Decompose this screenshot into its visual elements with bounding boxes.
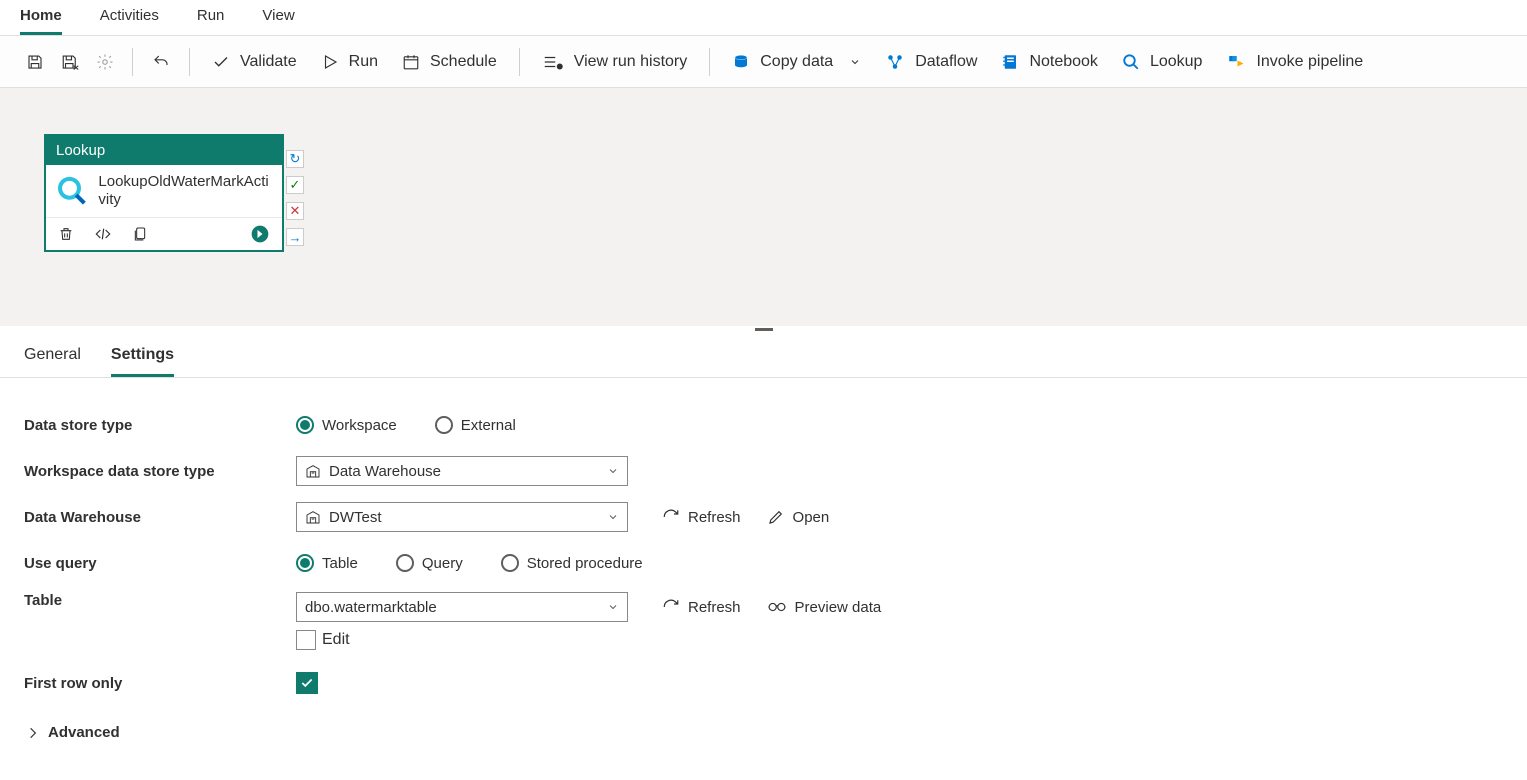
schedule-label: Schedule: [430, 53, 497, 71]
view-run-history-label: View run history: [574, 53, 688, 71]
save-as-button[interactable]: [54, 47, 86, 77]
lookup-button[interactable]: Lookup: [1112, 47, 1213, 77]
validate-label: Validate: [240, 53, 297, 71]
go-arrow-icon[interactable]: [250, 224, 270, 244]
lookup-icon: [56, 173, 88, 209]
radio-workspace[interactable]: Workspace: [296, 416, 397, 434]
invoke-pipeline-label: Invoke pipeline: [1256, 53, 1363, 71]
chevron-right-icon: [26, 726, 40, 740]
refresh-icon: [662, 598, 680, 616]
chevron-down-icon: [849, 56, 861, 68]
use-query-label: Use query: [24, 555, 296, 572]
chevron-down-icon: [607, 601, 619, 613]
copy-data-label: Copy data: [760, 53, 833, 71]
open-dw-button[interactable]: Open: [761, 504, 836, 530]
notebook-label: Notebook: [1029, 53, 1098, 71]
toolbar-separator: [709, 48, 710, 76]
activity-footer: [46, 217, 282, 250]
schedule-button[interactable]: Schedule: [392, 47, 507, 77]
radio-query[interactable]: Query: [396, 554, 463, 572]
refresh-icon: [662, 508, 680, 526]
tab-general[interactable]: General: [24, 342, 81, 377]
warehouse-icon: [305, 463, 321, 479]
copy-data-button[interactable]: Copy data: [722, 47, 871, 77]
settings-form: Data store type Workspace External Works…: [0, 378, 1527, 769]
first-row-only-label: First row only: [24, 675, 296, 692]
advanced-toggle[interactable]: Advanced: [24, 724, 120, 741]
preview-data-button[interactable]: Preview data: [761, 595, 888, 620]
undo-button[interactable]: [145, 47, 177, 77]
data-warehouse-label: Data Warehouse: [24, 509, 296, 526]
toolbar-separator: [132, 48, 133, 76]
activity-card-lookup[interactable]: Lookup LookupOldWaterMarkActivity: [44, 134, 284, 252]
table-select[interactable]: dbo.watermarktable: [296, 592, 628, 622]
nav-tab-run[interactable]: Run: [197, 3, 225, 35]
refresh-table-button[interactable]: Refresh: [656, 594, 747, 620]
nav-tab-view[interactable]: View: [262, 3, 294, 35]
activity-name: LookupOldWaterMarkActivity: [98, 173, 272, 209]
dataflow-icon: [885, 53, 905, 71]
workspace-ds-type-select[interactable]: Data Warehouse: [296, 456, 628, 486]
database-icon: [732, 53, 750, 71]
radio-table[interactable]: Table: [296, 554, 358, 572]
failure-handle[interactable]: ✕: [286, 202, 304, 220]
radio-stored-procedure[interactable]: Stored procedure: [501, 554, 643, 572]
preview-icon: [767, 600, 787, 614]
lookup-label: Lookup: [1150, 53, 1203, 71]
skip-handle[interactable]: →: [286, 228, 304, 246]
edit-icon: [767, 508, 785, 526]
success-handle[interactable]: ✓: [286, 176, 304, 194]
activity-output-handles: ↻ ✓ ✕ →: [286, 150, 304, 246]
workspace-ds-type-label: Workspace data store type: [24, 463, 296, 480]
view-run-history-button[interactable]: View run history: [532, 47, 698, 77]
lookup-icon: [1122, 53, 1140, 71]
detail-tabs: General Settings: [0, 332, 1527, 378]
notebook-icon: [1001, 53, 1019, 71]
edit-label: Edit: [322, 631, 350, 649]
chevron-down-icon: [607, 465, 619, 477]
dataflow-button[interactable]: Dataflow: [875, 47, 987, 77]
data-warehouse-select[interactable]: DWTest: [296, 502, 628, 532]
top-nav: Home Activities Run View: [0, 0, 1527, 36]
settings-gear-button[interactable]: [90, 47, 120, 77]
invoke-pipeline-button[interactable]: Invoke pipeline: [1216, 47, 1373, 77]
table-label: Table: [24, 592, 296, 609]
copy-icon[interactable]: [132, 225, 148, 243]
delete-icon[interactable]: [58, 225, 74, 243]
edit-checkbox[interactable]: [296, 630, 316, 650]
validate-button[interactable]: Validate: [202, 47, 307, 77]
chevron-down-icon: [607, 511, 619, 523]
dataflow-label: Dataflow: [915, 53, 977, 71]
tab-settings[interactable]: Settings: [111, 342, 174, 377]
nav-tab-home[interactable]: Home: [20, 3, 62, 35]
refresh-dw-button[interactable]: Refresh: [656, 504, 747, 530]
toolbar: Validate Run Schedule View run history C…: [0, 36, 1527, 88]
notebook-button[interactable]: Notebook: [991, 47, 1108, 77]
nav-tab-activities[interactable]: Activities: [100, 3, 159, 35]
first-row-only-checkbox[interactable]: [296, 672, 318, 694]
pipeline-canvas[interactable]: Lookup LookupOldWaterMarkActivity ↻ ✓ ✕ …: [0, 88, 1527, 326]
run-label: Run: [349, 53, 378, 71]
toolbar-separator: [519, 48, 520, 76]
code-icon[interactable]: [94, 226, 112, 242]
data-store-type-label: Data store type: [24, 417, 296, 434]
run-button[interactable]: Run: [311, 47, 388, 77]
invoke-pipeline-icon: [1226, 53, 1246, 71]
save-button[interactable]: [20, 47, 50, 77]
activity-type-label: Lookup: [46, 136, 282, 165]
warehouse-icon: [305, 509, 321, 525]
toolbar-separator: [189, 48, 190, 76]
retry-handle[interactable]: ↻: [286, 150, 304, 168]
radio-external[interactable]: External: [435, 416, 516, 434]
